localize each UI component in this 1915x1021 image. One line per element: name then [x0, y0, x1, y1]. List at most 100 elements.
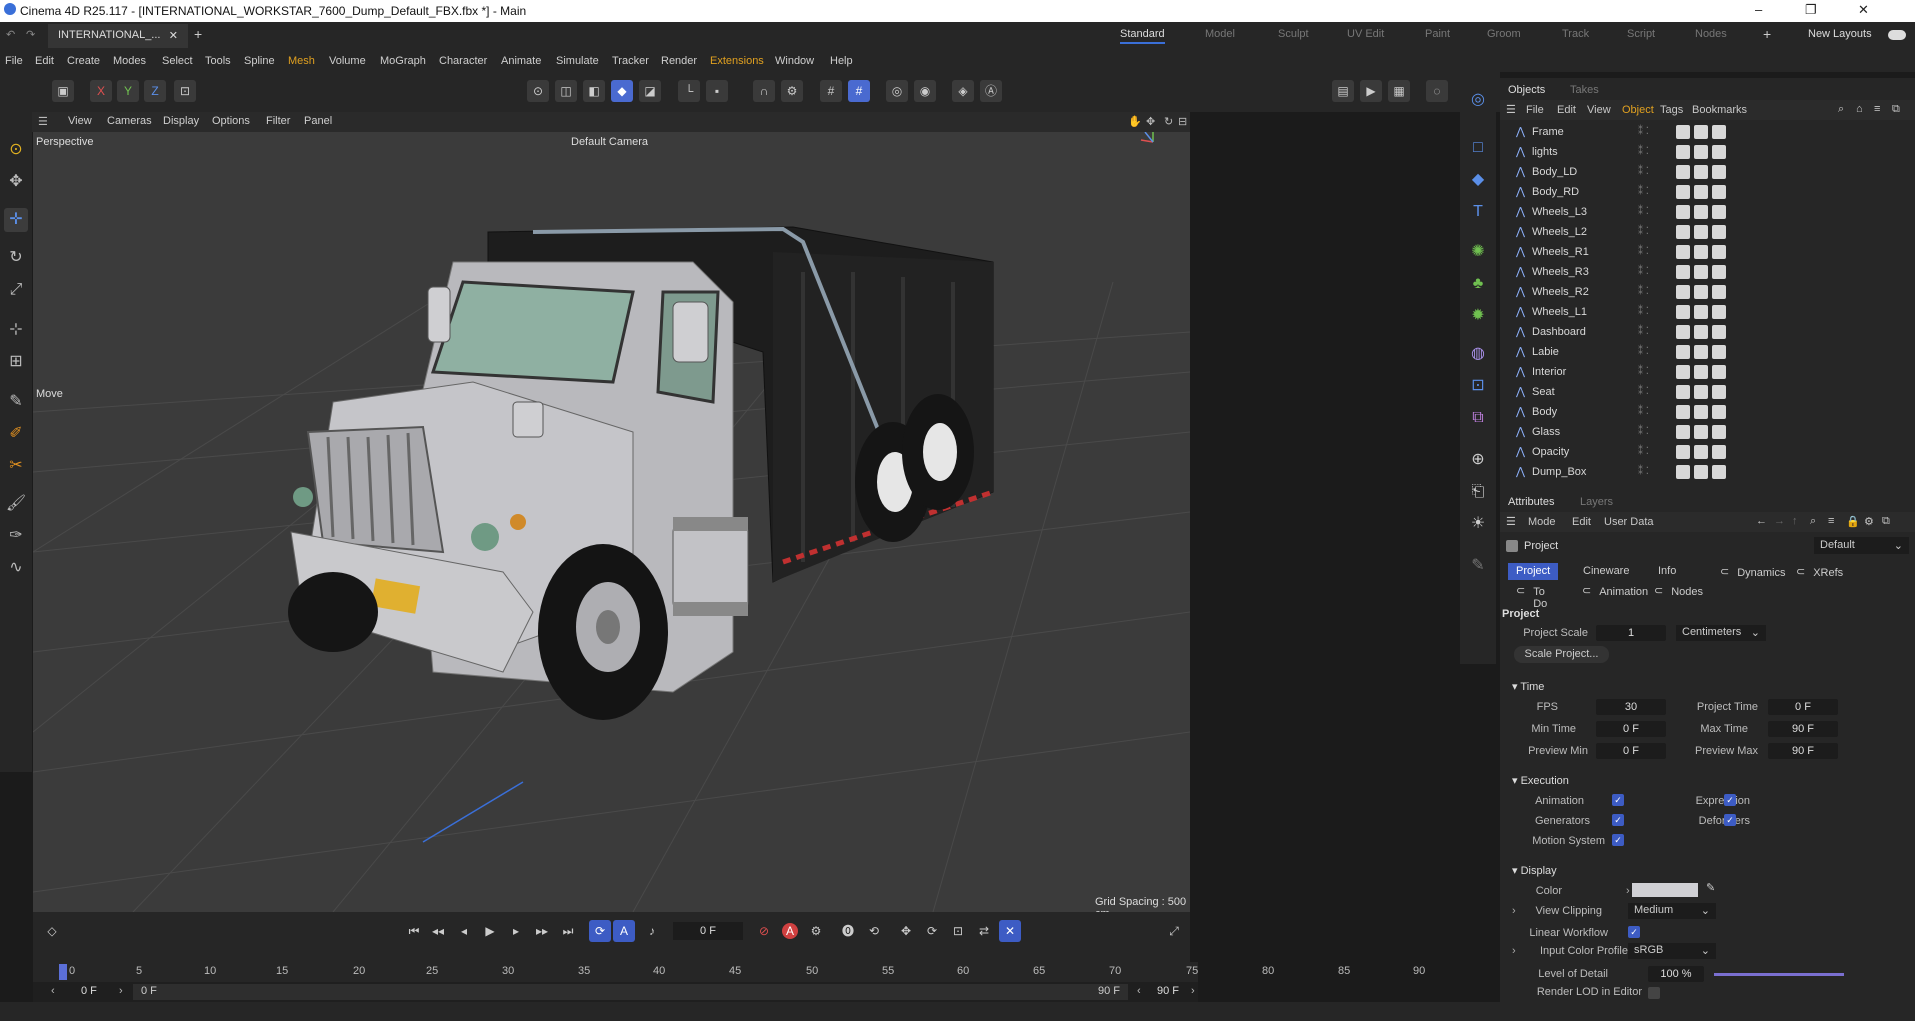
- document-tab[interactable]: INTERNATIONAL_... ✕: [48, 24, 188, 48]
- keyframe-diamond-icon[interactable]: ◇: [41, 920, 63, 942]
- level-of-detail-field[interactable]: 100 %: [1648, 966, 1704, 982]
- search-icon[interactable]: ⌕: [1838, 103, 1844, 116]
- live-selection-icon[interactable]: ◌: [1426, 80, 1448, 102]
- next-key-icon[interactable]: ▸▸: [531, 920, 553, 942]
- tab-to-do[interactable]: ⊂ To Do: [1508, 582, 1547, 610]
- max-time-field[interactable]: 90 F: [1768, 721, 1838, 737]
- viewport-menu-panel[interactable]: Panel: [304, 115, 332, 127]
- live-selection-tool-icon[interactable]: ⊙: [4, 138, 28, 162]
- hamburger-icon[interactable]: ☰: [38, 115, 48, 128]
- asset-browser-icon[interactable]: Ⓐ: [980, 80, 1002, 102]
- menu-create[interactable]: Create: [67, 55, 100, 67]
- range-end-left-arrow[interactable]: ‹: [1137, 985, 1141, 997]
- cube-icon[interactable]: ▣: [52, 80, 74, 102]
- render-view-icon[interactable]: ◎: [886, 80, 908, 102]
- menu-window[interactable]: Window: [775, 55, 814, 67]
- menu-render[interactable]: Render: [661, 55, 697, 67]
- layout-script[interactable]: Script: [1627, 28, 1655, 40]
- tab-info[interactable]: Info: [1650, 563, 1684, 580]
- rotate-view-icon[interactable]: ↻: [1164, 115, 1173, 128]
- object-row[interactable]: ⋀ Wheels_L1 ⁑ ⁚: [1500, 302, 1915, 322]
- auto-key-icon[interactable]: A: [779, 920, 801, 942]
- x-axis-button[interactable]: X: [90, 80, 112, 102]
- layout-standard[interactable]: Standard: [1120, 28, 1165, 44]
- objects-menu-tags[interactable]: Tags: [1660, 104, 1683, 116]
- back-arrow-icon[interactable]: ←: [1756, 515, 1767, 527]
- knife-tool-icon[interactable]: ✂: [4, 454, 28, 478]
- timeline-ruler[interactable]: 0 5 10 15 20 25 30 35 40 45 50 55 60 65 …: [33, 962, 1425, 982]
- viewport-camera-label[interactable]: Default Camera: [571, 136, 648, 148]
- menu-help[interactable]: Help: [830, 55, 853, 67]
- brush-tool-icon[interactable]: 🖌: [4, 492, 28, 516]
- object-row[interactable]: ⋀ Body_RD ⁑ ⁚: [1500, 182, 1915, 202]
- eyedropper-icon[interactable]: ✎: [1706, 881, 1715, 894]
- next-frame-icon[interactable]: ▸: [505, 920, 527, 942]
- minimize-icon[interactable]: –: [1755, 2, 1762, 17]
- loop-icon[interactable]: ⟳: [589, 920, 611, 942]
- project-scale-field[interactable]: 1: [1596, 625, 1666, 641]
- expand-icon[interactable]: ⧉: [1882, 515, 1890, 528]
- layout-groom[interactable]: Groom: [1487, 28, 1521, 40]
- expand-icon[interactable]: ⧉: [1892, 103, 1900, 116]
- objects-menu-file[interactable]: File: [1526, 104, 1544, 116]
- object-row[interactable]: ⋀ Opacity ⁑ ⁚: [1500, 442, 1915, 462]
- tab-xrefs[interactable]: ⊂ XRefs: [1788, 563, 1843, 580]
- tweak-tool-icon[interactable]: ✥: [4, 170, 28, 194]
- move-view-icon[interactable]: ✥: [1146, 115, 1155, 128]
- tab-animation[interactable]: ⊂ Animation: [1574, 582, 1648, 599]
- undo-icon[interactable]: ↶: [6, 28, 15, 41]
- project-time-field[interactable]: 0 F: [1768, 699, 1838, 715]
- layout-paint[interactable]: Paint: [1425, 28, 1450, 40]
- key-scale-icon[interactable]: ⊡: [947, 920, 969, 942]
- key-rotation-icon[interactable]: ⟳: [921, 920, 943, 942]
- cloner-icon[interactable]: ♣: [1466, 272, 1490, 296]
- animation-checkbox[interactable]: ✓: [1612, 794, 1624, 806]
- record-icon[interactable]: ⊘: [753, 920, 775, 942]
- menu-mograph[interactable]: MoGraph: [380, 55, 426, 67]
- placement-tool-icon[interactable]: ⊞: [4, 350, 28, 374]
- color-expand-icon[interactable]: ›: [1626, 885, 1630, 897]
- tab-takes[interactable]: Takes: [1570, 84, 1599, 96]
- section-display-title[interactable]: ▾ Display: [1512, 864, 1557, 877]
- go-to-end-icon[interactable]: ⏭: [557, 920, 579, 942]
- range-end-field[interactable]: 90 F: [1157, 985, 1179, 997]
- model-mode-icon[interactable]: ◆: [611, 80, 633, 102]
- new-layouts-toggle[interactable]: [1888, 30, 1906, 40]
- fps-field[interactable]: 30: [1596, 699, 1666, 715]
- preview-max-field[interactable]: 90 F: [1768, 743, 1838, 759]
- viewport-menu-display[interactable]: Display: [163, 115, 199, 127]
- workplane-icon[interactable]: ▪: [706, 80, 728, 102]
- render-region-icon[interactable]: ▤: [1332, 80, 1354, 102]
- deformers-checkbox[interactable]: ✓: [1724, 814, 1736, 826]
- view-icon[interactable]: ◎: [1466, 88, 1490, 112]
- menu-select[interactable]: Select: [162, 55, 193, 67]
- play-icon[interactable]: ▶: [479, 920, 501, 942]
- object-row[interactable]: ⋀ Glass ⁑ ⁚: [1500, 422, 1915, 442]
- maximize-icon[interactable]: ❐: [1805, 2, 1817, 18]
- key-position-icon[interactable]: ✥: [895, 920, 917, 942]
- settings-gear-icon[interactable]: ⚙: [781, 80, 803, 102]
- expression-checkbox[interactable]: ✓: [1724, 794, 1736, 806]
- menu-tools[interactable]: Tools: [205, 55, 231, 67]
- menu-extensions[interactable]: Extensions: [710, 55, 764, 67]
- edges-mode-icon[interactable]: ◫: [555, 80, 577, 102]
- attributes-menu-mode[interactable]: Mode: [1528, 516, 1556, 528]
- previous-frame-icon[interactable]: ◂: [453, 920, 475, 942]
- primitive-cube-icon[interactable]: ◆: [1466, 168, 1490, 192]
- viewport-menu-filter[interactable]: Filter: [266, 115, 290, 127]
- menu-character[interactable]: Character: [439, 55, 487, 67]
- menu-simulate[interactable]: Simulate: [556, 55, 599, 67]
- layout-model[interactable]: Model: [1205, 28, 1235, 40]
- object-row[interactable]: ⋀ Wheels_L2 ⁑ ⁚: [1500, 222, 1915, 242]
- previous-key-icon[interactable]: ◂◂: [427, 920, 449, 942]
- object-row[interactable]: ⋀ Labie ⁑ ⁚: [1500, 342, 1915, 362]
- home-icon[interactable]: ⌂: [1856, 103, 1863, 115]
- object-row[interactable]: ⋀ Wheels_R2 ⁑ ⁚: [1500, 282, 1915, 302]
- polygons-mode-icon[interactable]: ◧: [583, 80, 605, 102]
- tab-objects[interactable]: Objects: [1508, 84, 1545, 96]
- new-tab-icon[interactable]: +: [194, 26, 202, 42]
- picture-viewer-icon[interactable]: ◈: [952, 80, 974, 102]
- text-icon[interactable]: T: [1466, 200, 1490, 224]
- layout-uv-edit[interactable]: UV Edit: [1347, 28, 1384, 40]
- object-row[interactable]: ⋀ Wheels_R1 ⁑ ⁚: [1500, 242, 1915, 262]
